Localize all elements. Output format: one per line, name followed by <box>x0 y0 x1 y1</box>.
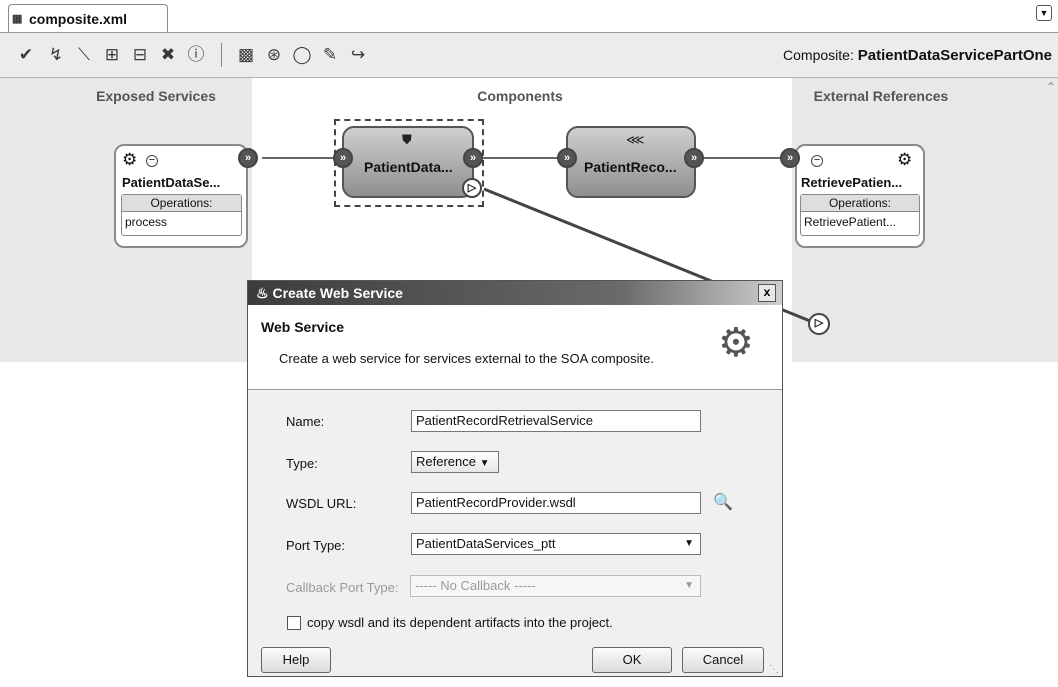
name-field[interactable]: PatientRecordRetrievalService <box>411 410 701 432</box>
port-type-value: PatientDataServices_ptt <box>416 536 556 551</box>
operations-box: Operations: process <box>121 194 242 236</box>
composite-name: PatientDataServicePartOne <box>857 47 1052 64</box>
resize-grip-icon[interactable]: ⋱ <box>769 664 779 675</box>
chevron-down-icon: ▼ <box>479 458 490 469</box>
exposed-service-card[interactable]: ⚙ − PatientDataSe... Operations: process <box>114 144 248 248</box>
composite-name-label: Composite: PatientDataServicePartOne <box>783 45 1052 66</box>
copy-wsdl-label: copy wsdl and its dependent artifacts in… <box>307 615 613 630</box>
operation-value[interactable]: RetrievePatient... <box>801 212 919 232</box>
component-1-in-port-icon[interactable]: » <box>333 148 353 168</box>
type-label: Type: <box>286 456 318 471</box>
operation-value[interactable]: process <box>122 212 241 232</box>
ok-button[interactable]: OK <box>592 647 672 673</box>
dialog-heading: Web Service <box>261 319 345 335</box>
external-reference-card[interactable]: − ⚙ RetrievePatien... Operations: Retrie… <box>795 144 925 248</box>
remove-icon[interactable]: ⊟ <box>130 45 150 65</box>
reference-gears-icon: ⚙ <box>897 150 913 169</box>
help-button[interactable]: Help <box>261 647 331 673</box>
service-port-icon[interactable]: » <box>238 148 258 168</box>
delete-icon[interactable]: ✖ <box>158 45 178 65</box>
callback-port-type-label: Callback Port Type: <box>286 580 399 595</box>
component-1-out-port-icon[interactable]: » <box>463 148 483 168</box>
service-name: PatientDataSe... <box>122 175 221 190</box>
copy-wsdl-checkbox[interactable] <box>287 616 301 630</box>
lightning-icon[interactable]: ↯ <box>46 45 66 65</box>
edit-icon[interactable]: ✎ <box>320 45 340 65</box>
tab-label: composite.xml <box>29 11 128 27</box>
info-icon[interactable]: ⓘ <box>186 45 206 65</box>
port-type-label: Port Type: <box>286 538 346 553</box>
component-1-reference-port-icon[interactable]: ▷ <box>462 178 482 198</box>
cancel-button[interactable]: Cancel <box>682 647 764 673</box>
tab-composite-xml[interactable]: ▦ composite.xml <box>8 4 168 32</box>
operations-box: Operations: RetrievePatient... <box>800 194 920 236</box>
tab-bar: ▦ composite.xml ▼ <box>0 0 1058 33</box>
collapse-icon[interactable]: − <box>146 155 158 167</box>
dialog-titlebar[interactable]: ♨ Create Web Service x <box>248 281 782 305</box>
toolbar-separator <box>221 43 222 67</box>
name-label: Name: <box>286 414 325 429</box>
chevron-down-icon: ▼ <box>684 538 694 549</box>
component-2-name: PatientReco... <box>584 159 677 175</box>
reference-name: RetrievePatien... <box>801 175 903 190</box>
wsdl-url-field[interactable]: PatientRecordProvider.wsdl <box>411 492 701 514</box>
browse-wsdl-icon[interactable]: 🔍 <box>713 492 733 512</box>
dialog-title: Create Web Service <box>272 285 403 301</box>
component-patientreco[interactable]: ⋘ PatientReco... <box>566 126 696 198</box>
mediator-icon: ⛊ <box>402 132 412 147</box>
gears-service-icon: ⚙ <box>122 150 138 169</box>
operations-header: Operations: <box>801 195 919 212</box>
component-2-in-port-icon[interactable]: » <box>557 148 577 168</box>
refresh-icon[interactable]: ◯ <box>292 45 312 65</box>
dialog-description: Create a web service for services extern… <box>279 351 655 366</box>
operations-header: Operations: <box>122 195 241 212</box>
bpel-icon: ⋘ <box>626 132 645 147</box>
wsdl-url-label: WSDL URL: <box>286 496 357 511</box>
port-type-dropdown[interactable]: PatientDataServices_ptt ▼ <box>411 533 701 555</box>
wire-icon[interactable]: ⟍ <box>74 45 94 65</box>
jdeveloper-icon: ♨ <box>256 285 269 301</box>
callback-value: ----- No Callback ----- <box>415 578 536 593</box>
callback-port-type-dropdown: ----- No Callback ----- ▼ <box>410 575 701 597</box>
composite-file-icon: ▦ <box>12 13 23 25</box>
type-value: Reference <box>416 454 476 469</box>
chevron-down-icon: ▼ <box>684 580 694 591</box>
dialog-header: Web Service Create a web service for ser… <box>248 305 782 390</box>
type-dropdown[interactable]: Reference ▼ <box>411 451 499 473</box>
component-2-out-port-icon[interactable]: » <box>684 148 704 168</box>
toolbar: ✔ ↯ ⟍ ⊞ ⊟ ✖ ⓘ ▩ ⊛ ◯ ✎ ↪ Composite: Patie… <box>0 33 1058 78</box>
web-service-gears-icon: ⚙ <box>718 321 754 365</box>
link-icon[interactable]: ↪ <box>348 45 368 65</box>
deploy-icon[interactable]: ▩ <box>236 45 256 65</box>
component-patientdata[interactable]: ⛊ PatientData... <box>342 126 474 198</box>
close-button[interactable]: x <box>758 284 776 302</box>
new-reference-port-icon[interactable]: ▷ <box>808 313 830 335</box>
collapse-icon[interactable]: − <box>811 155 823 167</box>
composite-label: Composite: <box>783 47 854 63</box>
validate-icon[interactable]: ✔ <box>16 45 36 65</box>
reference-port-icon[interactable]: » <box>780 148 800 168</box>
add-icon[interactable]: ⊞ <box>102 45 122 65</box>
tab-list-dropdown-icon[interactable]: ▼ <box>1036 5 1052 21</box>
create-web-service-dialog: ♨ Create Web Service x Web Service Creat… <box>247 280 783 677</box>
tree-icon[interactable]: ⊛ <box>264 45 284 65</box>
component-1-name: PatientData... <box>364 159 453 175</box>
